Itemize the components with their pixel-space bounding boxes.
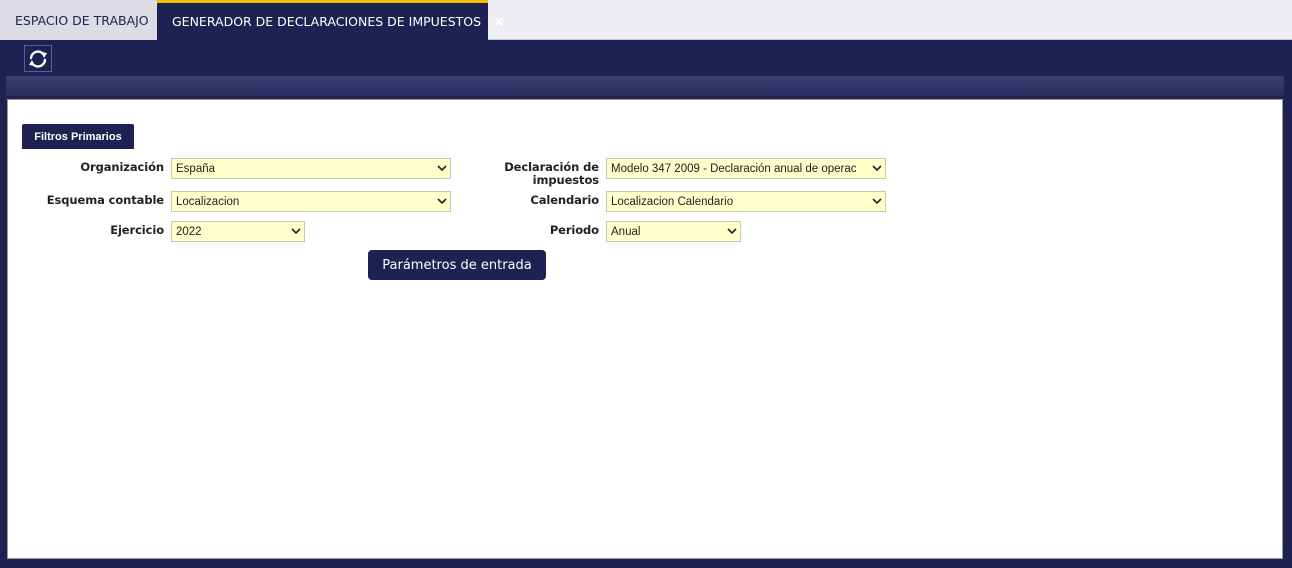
status-strip <box>6 76 1284 96</box>
chevron-down-icon <box>434 198 450 205</box>
close-icon[interactable]: × <box>493 14 505 30</box>
chevron-down-icon <box>869 165 885 172</box>
organizacion-select[interactable]: España <box>171 158 451 179</box>
chevron-down-icon <box>288 228 304 235</box>
organizacion-label: Organización <box>80 160 164 174</box>
ejercicio-label: Ejercicio <box>110 223 164 237</box>
chevron-down-icon <box>434 165 450 172</box>
ejercicio-select[interactable]: 2022 <box>171 221 305 242</box>
organizacion-value: España <box>176 162 216 175</box>
tab-active-label: GENERADOR DE DECLARACIONES DE IMPUESTOS <box>172 14 482 29</box>
esquema-select[interactable]: Localizacion <box>171 191 451 212</box>
tab-bar: ESPACIO DE TRABAJO GENERADOR DE DECLARAC… <box>0 0 1292 40</box>
declaracion-label: Declaración de impuestos <box>478 161 599 187</box>
chevron-down-icon <box>869 198 885 205</box>
periodo-label: Periodo <box>549 223 599 237</box>
calendario-value: Localizacion Calendario <box>611 195 734 208</box>
periodo-value: Anual <box>611 225 641 238</box>
input-parameters-label: Parámetros de entrada <box>382 257 532 273</box>
filters-panel: Filtros Primarios Organización Esquema c… <box>7 99 1283 559</box>
declaracion-label-line1: Declaración de <box>504 160 599 174</box>
tab-workspace-label: ESPACIO DE TRABAJO <box>15 12 149 28</box>
refresh-icon <box>29 49 47 68</box>
esquema-label: Esquema contable <box>46 193 164 207</box>
ejercicio-value: 2022 <box>176 225 202 238</box>
esquema-value: Localizacion <box>176 195 240 208</box>
section-tab-primary-filters[interactable]: Filtros Primarios <box>22 124 134 149</box>
tab-workspace[interactable]: ESPACIO DE TRABAJO <box>0 0 157 40</box>
section-title: Filtros Primarios <box>34 130 122 143</box>
declaracion-label-line2: impuestos <box>532 173 599 187</box>
declaracion-select[interactable]: Modelo 347 2009 - Declaración anual de o… <box>606 158 886 179</box>
declaracion-value: Modelo 347 2009 - Declaración anual de o… <box>611 162 857 175</box>
input-parameters-button[interactable]: Parámetros de entrada <box>368 250 546 280</box>
tab-tax-declaration-generator[interactable]: GENERADOR DE DECLARACIONES DE IMPUESTOS … <box>157 0 505 40</box>
calendario-label: Calendario <box>530 193 599 207</box>
calendario-select[interactable]: Localizacion Calendario <box>606 191 886 212</box>
periodo-select[interactable]: Anual <box>606 221 741 242</box>
toolbar <box>0 40 1292 76</box>
chevron-down-icon <box>724 228 740 235</box>
refresh-button[interactable] <box>24 45 52 72</box>
